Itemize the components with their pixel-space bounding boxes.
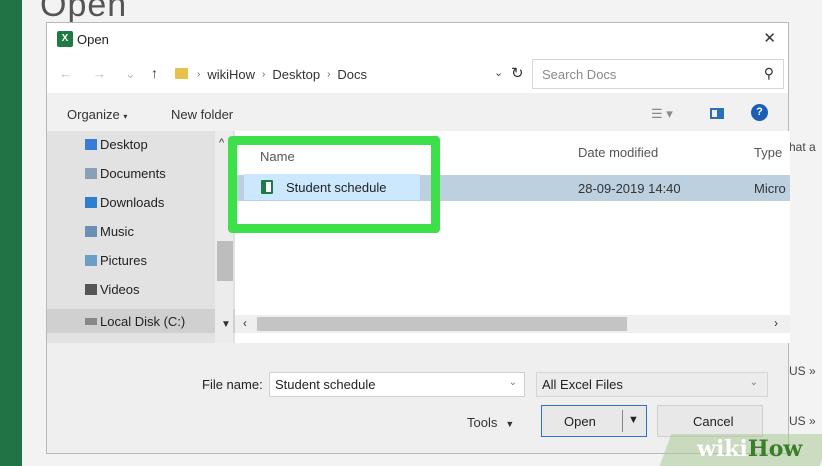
breadcrumb-separator: › [262, 69, 266, 80]
horizontal-scrollbar[interactable]: ‹ › [235, 315, 790, 333]
tools-label: Tools [467, 415, 498, 430]
nav-item-local-disk[interactable]: Local Disk (C:) [47, 309, 235, 333]
navigation-pane: Desktop Documents Downloads Music Pictur… [47, 131, 235, 343]
breadcrumb-docs[interactable]: Docs [337, 67, 367, 82]
address-bar: ← → ⌄ ↑ › wikiHow › Desktop › Docs ⌄ ↻ S… [47, 55, 788, 93]
view-options-icon[interactable]: ☰ ▾ [651, 106, 673, 122]
excel-sidebar [0, 0, 22, 466]
cancel-button[interactable]: Cancel [657, 405, 763, 437]
chevron-down-icon[interactable]: ⌄ [509, 377, 517, 388]
nav-item-label: Videos [100, 282, 140, 297]
cancel-button-label: Cancel [693, 414, 734, 429]
chevron-down-icon: ▼ [505, 419, 515, 429]
file-name-field[interactable]: Student schedule ⌄ [269, 372, 525, 397]
navpane-scroll-thumb[interactable] [217, 241, 233, 281]
file-type-filter-value: All Excel Files [542, 377, 623, 392]
new-folder-button[interactable]: New folder [171, 107, 233, 122]
nav-item-label: Downloads [100, 195, 165, 210]
forward-icon[interactable]: → [93, 66, 106, 81]
nav-item-downloads[interactable]: Downloads [85, 195, 164, 210]
open-button[interactable]: Open ▼ [541, 405, 647, 437]
backstage-snippet: US » [789, 364, 816, 378]
nav-item-label: Documents [100, 166, 166, 181]
recent-locations-icon[interactable]: ⌄ [125, 66, 136, 82]
horizontal-scroll-thumb[interactable] [257, 317, 627, 331]
nav-item-music[interactable]: Music [85, 224, 134, 239]
search-icon: ⚲ [763, 65, 774, 81]
chevron-right-icon[interactable]: › [774, 316, 778, 330]
breadcrumb-separator: › [197, 69, 201, 80]
chevron-up-icon[interactable]: ^ [219, 137, 224, 149]
name-header-cell: Name [244, 145, 420, 169]
dialog-title: Open [77, 32, 109, 47]
open-button-label: Open [564, 414, 596, 429]
nav-item-label: Music [100, 224, 134, 239]
up-icon[interactable]: ↑ [151, 65, 158, 81]
nav-item-desktop[interactable]: Desktop [85, 137, 148, 152]
backstage-snippet: US » [789, 414, 816, 428]
search-input[interactable]: Search Docs ⚲ [532, 59, 784, 89]
column-header-type[interactable]: Type [754, 145, 782, 160]
preview-pane-icon[interactable] [710, 108, 724, 119]
column-header-name[interactable]: Name [260, 149, 295, 164]
breadcrumb-desktop[interactable]: Desktop [272, 67, 320, 82]
music-icon [85, 226, 97, 237]
downloads-icon [85, 197, 97, 208]
file-name-label: File name: [202, 377, 263, 392]
nav-item-label: Desktop [100, 137, 148, 152]
watermark-part2: How [747, 436, 803, 462]
nav-item-documents[interactable]: Documents [85, 166, 166, 181]
watermark-logo: wikiHow [697, 436, 802, 462]
file-date: 28-09-2019 14:40 [578, 181, 681, 196]
nav-item-videos[interactable]: Videos [85, 282, 140, 297]
selected-file-highlight[interactable]: Student schedule [244, 174, 420, 200]
open-dialog: X Open ✕ ← → ⌄ ↑ › wikiHow › Desktop › D… [46, 22, 790, 454]
breadcrumb-wikihow[interactable]: wikiHow [207, 67, 255, 82]
back-icon[interactable]: ← [59, 66, 72, 81]
folder-icon [85, 139, 97, 150]
dialog-titlebar: X Open ✕ [47, 23, 788, 55]
excel-app-icon: X [57, 31, 73, 47]
pictures-icon [85, 255, 97, 266]
nav-item-label: Pictures [100, 253, 147, 268]
nav-item-pictures[interactable]: Pictures [85, 253, 147, 268]
breadcrumb: › wikiHow › Desktop › Docs [197, 67, 367, 82]
file-name-value: Student schedule [275, 377, 376, 392]
chevron-down-icon: ▼ [628, 414, 639, 426]
disk-icon [85, 317, 97, 325]
documents-icon [85, 168, 97, 179]
file-type: Micro [754, 181, 786, 196]
close-button[interactable]: ✕ [763, 29, 776, 47]
organize-button[interactable]: Organize ▾ [67, 107, 127, 122]
tools-button[interactable]: Tools ▼ [467, 415, 514, 430]
backstage-right-text: hat a [789, 140, 816, 154]
chevron-down-icon[interactable]: ⌄ [750, 377, 758, 388]
organize-label: Organize [67, 107, 120, 122]
search-placeholder: Search Docs [542, 67, 617, 82]
chevron-left-icon[interactable]: ‹ [243, 316, 247, 330]
videos-icon [85, 284, 97, 295]
file-type-filter[interactable]: All Excel Files ⌄ [536, 372, 768, 397]
refresh-icon[interactable]: ↻ [511, 64, 524, 82]
excel-file-icon [261, 180, 273, 194]
column-header-date[interactable]: Date modified [578, 145, 658, 160]
breadcrumb-separator: › [327, 69, 331, 80]
chevron-down-icon: ▾ [123, 112, 128, 121]
help-icon[interactable]: ? [751, 104, 768, 121]
open-options-dropdown[interactable]: ▼ [622, 410, 642, 432]
nav-item-label: Local Disk (C:) [100, 313, 186, 329]
chevron-down-icon[interactable]: ▼ [221, 319, 231, 330]
file-name: Student schedule [286, 180, 387, 195]
folder-icon [175, 68, 188, 79]
command-bar: Organize ▾ New folder ☰ ▾ ? [47, 93, 788, 131]
watermark-part1: wiki [697, 436, 748, 462]
chevron-down-icon[interactable]: ⌄ [494, 66, 503, 79]
